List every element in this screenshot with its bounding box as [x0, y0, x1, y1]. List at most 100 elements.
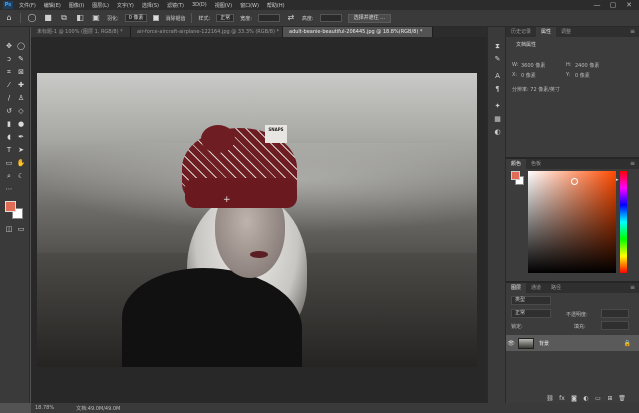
- menu-3d[interactable]: 3D(D): [188, 2, 211, 8]
- foreground-color-swatch[interactable]: [511, 171, 520, 180]
- quick-mask-icon[interactable]: ◫: [4, 224, 14, 234]
- antialias-checkbox[interactable]: [153, 15, 160, 21]
- panel-menu-icon[interactable]: ≡: [630, 27, 639, 37]
- fill-input[interactable]: [601, 321, 629, 330]
- menu-layer[interactable]: 图层(L): [88, 2, 113, 9]
- hand-tool-icon[interactable]: ✋: [16, 158, 26, 168]
- saturation-value-field[interactable]: [528, 171, 616, 273]
- document-image[interactable]: SNAPS +: [37, 73, 477, 367]
- layer-style-icon[interactable]: fx: [558, 395, 566, 403]
- adjustment-layer-icon[interactable]: ◐: [582, 395, 590, 403]
- menu-view[interactable]: 视图(V): [211, 2, 236, 9]
- canvas-area[interactable]: SNAPS +: [31, 37, 487, 403]
- hue-slider-handle-icon[interactable]: ▸: [616, 177, 619, 183]
- add-selection-icon[interactable]: ⧉: [59, 13, 69, 23]
- menu-edit[interactable]: 编辑(E): [40, 2, 65, 9]
- history-panel-icon[interactable]: ⧗: [492, 41, 503, 51]
- lock-icon[interactable]: 🔒: [624, 340, 631, 347]
- brush-settings-icon[interactable]: ✎: [492, 54, 503, 64]
- tab-color[interactable]: 颜色: [506, 159, 527, 169]
- width-value[interactable]: 3600 像素: [521, 62, 545, 69]
- tab-history[interactable]: 历史记录: [506, 27, 536, 37]
- home-icon[interactable]: ⌂: [4, 13, 14, 23]
- close-icon[interactable]: ✕: [625, 1, 633, 9]
- history-brush-tool-icon[interactable]: ↺: [4, 106, 14, 116]
- menu-filter[interactable]: 滤镜(T): [163, 2, 188, 9]
- gradient-tool-icon[interactable]: ▮: [4, 119, 14, 129]
- style-select[interactable]: 正常: [216, 14, 235, 22]
- marquee-tool-icon[interactable]: ◯: [16, 41, 26, 51]
- menu-image[interactable]: 图像(I): [65, 2, 88, 9]
- new-group-icon[interactable]: ▭: [594, 395, 602, 403]
- color-picker-handle[interactable]: [571, 178, 578, 185]
- y-value[interactable]: 0 像素: [575, 72, 590, 79]
- shape-tool-icon[interactable]: ▭: [4, 158, 14, 168]
- layer-row-background[interactable]: 👁 背景 🔒: [506, 335, 639, 351]
- maximize-icon[interactable]: ▢: [609, 1, 617, 9]
- paragraph-panel-icon[interactable]: ¶: [492, 84, 503, 94]
- move-tool-icon[interactable]: ✥: [4, 41, 14, 51]
- screen-mode-icon[interactable]: ▭: [16, 224, 26, 234]
- document-info[interactable]: 文档:49.0M/49.0M: [76, 405, 120, 412]
- subtract-selection-icon[interactable]: ◧: [75, 13, 85, 23]
- frame-tool-icon[interactable]: ⊠: [16, 67, 26, 77]
- select-and-mask-button[interactable]: 选择并遮住 ...: [347, 13, 391, 23]
- blend-mode-select[interactable]: 正常: [511, 309, 551, 318]
- tab-properties[interactable]: 属性: [536, 27, 557, 37]
- crop-tool-icon[interactable]: ⌗: [4, 67, 14, 77]
- glyphs-panel-icon[interactable]: ✦: [492, 101, 503, 111]
- height-input[interactable]: [319, 14, 342, 22]
- feather-input[interactable]: 0 像素: [124, 14, 148, 22]
- menu-help[interactable]: 帮助(H): [263, 2, 289, 9]
- panel-menu-icon[interactable]: ≡: [630, 283, 639, 293]
- character-panel-icon[interactable]: A: [492, 71, 503, 81]
- tab-untitled[interactable]: 未标题-1 @ 100% (图层 1, RGB/8) *: [31, 27, 131, 37]
- banana-icon[interactable]: ☾: [16, 171, 26, 181]
- eraser-tool-icon[interactable]: ◇: [16, 106, 26, 116]
- x-value[interactable]: 0 像素: [521, 72, 536, 79]
- zoom-tool-icon[interactable]: ⌕: [4, 171, 14, 181]
- new-layer-icon[interactable]: ⊞: [606, 395, 614, 403]
- tab-aircraft[interactable]: air-force-aircraft-airplane-122164.jpg @…: [131, 27, 283, 37]
- panel-menu-icon[interactable]: ≡: [630, 159, 639, 169]
- foreground-color-swatch[interactable]: [5, 201, 16, 212]
- swatches-panel-icon[interactable]: ▦: [492, 114, 503, 124]
- tab-channels[interactable]: 通道: [526, 283, 546, 293]
- healing-brush-tool-icon[interactable]: ✚: [16, 80, 26, 90]
- zoom-level[interactable]: 18.78%: [35, 405, 54, 411]
- intersect-selection-icon[interactable]: ▣: [91, 13, 101, 23]
- minimize-icon[interactable]: —: [593, 1, 601, 9]
- layer-filter-select[interactable]: 类型: [511, 296, 551, 305]
- lasso-tool-icon[interactable]: ↄ: [4, 54, 14, 64]
- pen-tool-icon[interactable]: ✒: [16, 132, 26, 142]
- hue-slider[interactable]: [620, 171, 627, 273]
- eye-icon[interactable]: 👁: [506, 340, 516, 347]
- blur-tool-icon[interactable]: ●: [16, 119, 26, 129]
- tab-adjustments[interactable]: 调整: [556, 27, 576, 37]
- adjustments-panel-icon[interactable]: ◐: [492, 127, 503, 137]
- layer-mask-icon[interactable]: ◙: [570, 395, 578, 403]
- menu-window[interactable]: 窗口(W): [236, 2, 263, 9]
- opacity-input[interactable]: [601, 309, 629, 318]
- stamp-tool-icon[interactable]: ♙: [16, 93, 26, 103]
- menu-file[interactable]: 文件(F): [15, 2, 40, 9]
- tab-layers[interactable]: 图层: [506, 283, 527, 293]
- eyedropper-tool-icon[interactable]: ⁄: [4, 80, 14, 90]
- width-input[interactable]: [257, 14, 280, 22]
- marquee-preset-icon[interactable]: ◯: [27, 13, 37, 23]
- type-tool-icon[interactable]: T: [4, 145, 14, 155]
- more-tools-icon[interactable]: ⋯: [4, 184, 14, 194]
- trash-icon[interactable]: 🗑: [618, 395, 626, 403]
- new-selection-icon[interactable]: ■: [43, 13, 53, 23]
- tab-beanie[interactable]: adult-beanie-beautiful-206445.jpg @ 18.8…: [283, 27, 433, 37]
- menu-select[interactable]: 选择(S): [138, 2, 163, 9]
- dodge-tool-icon[interactable]: ◖: [4, 132, 14, 142]
- link-layers-icon[interactable]: ⛓: [546, 395, 554, 403]
- tab-swatches[interactable]: 色板: [526, 159, 546, 169]
- height-value[interactable]: 2400 像素: [575, 62, 599, 69]
- brush-tool-icon[interactable]: ∕: [4, 93, 14, 103]
- swap-dimensions-icon[interactable]: ⇄: [286, 13, 296, 23]
- tab-paths[interactable]: 路径: [546, 283, 566, 293]
- quick-select-tool-icon[interactable]: ✎: [16, 54, 26, 64]
- path-select-tool-icon[interactable]: ➤: [16, 145, 26, 155]
